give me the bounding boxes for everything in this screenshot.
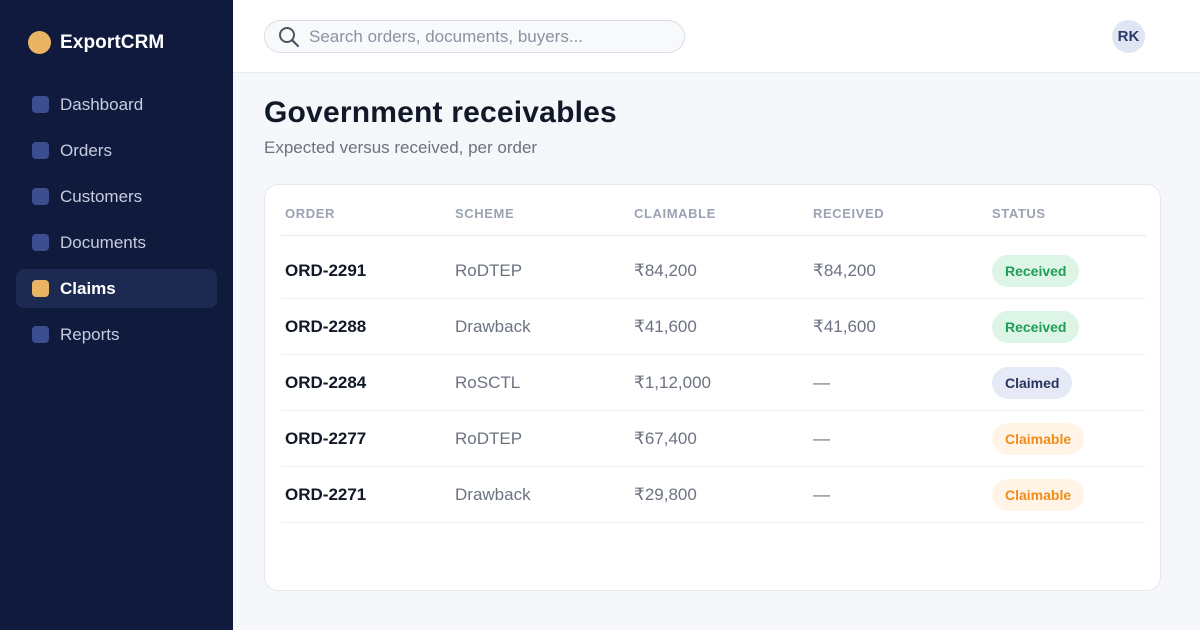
search-input[interactable] xyxy=(309,26,679,47)
sidebar-item-customers[interactable]: Customers xyxy=(16,177,217,216)
claimable-amount: ₹29,800 xyxy=(634,485,697,504)
search-icon xyxy=(279,26,300,47)
brand-name: ExportCRM xyxy=(60,31,165,53)
status-badge: Claimable xyxy=(992,423,1085,455)
reports-icon xyxy=(32,326,49,343)
sidebar-item-dashboard[interactable]: Dashboard xyxy=(16,85,217,124)
scheme: RoSCTL xyxy=(455,373,521,392)
sidebar-item-label: Claims xyxy=(60,278,116,298)
table-row[interactable]: ORD-2291 RoDTEP ₹84,200 ₹84,200 Received xyxy=(281,243,1146,299)
column-header-order: ORDER xyxy=(285,206,335,221)
order-id[interactable]: ORD-2291 xyxy=(285,243,366,299)
sidebar-item-label: Documents xyxy=(60,232,146,252)
order-id[interactable]: ORD-2288 xyxy=(285,299,366,355)
sidebar-item-label: Orders xyxy=(60,140,112,160)
search-box[interactable] xyxy=(264,20,685,53)
sidebar-item-claims[interactable]: Claims xyxy=(16,269,217,308)
order-id[interactable]: ORD-2284 xyxy=(285,355,366,411)
scheme: RoDTEP xyxy=(455,261,523,280)
status-badge: Received xyxy=(992,255,1080,287)
documents-icon xyxy=(32,234,49,251)
column-header-status: STATUS xyxy=(992,206,1046,221)
claimable-amount: ₹84,200 xyxy=(634,261,697,280)
receivables-table-card: ORDER SCHEME CLAIMABLE RECEIVED STATUS O… xyxy=(264,184,1161,591)
order-id[interactable]: ORD-2271 xyxy=(285,467,366,523)
status-badge: Claimable xyxy=(992,479,1085,511)
brand-logo-icon xyxy=(28,31,51,54)
page-title: Government receivables xyxy=(264,96,617,129)
scheme: Drawback xyxy=(455,317,531,336)
top-bar: RK xyxy=(233,0,1200,73)
customers-icon xyxy=(32,188,49,205)
dashboard-icon xyxy=(32,96,49,113)
status-badge: Claimed xyxy=(992,367,1073,399)
claimable-amount: ₹1,12,000 xyxy=(634,373,711,392)
sidebar-item-label: Dashboard xyxy=(60,94,144,114)
received-amount: — xyxy=(813,485,830,504)
table-row[interactable]: ORD-2271 Drawback ₹29,800 — Claimable xyxy=(281,467,1146,523)
status-badge: Received xyxy=(992,311,1080,343)
sidebar-nav: Dashboard Orders Customers Documents Cla… xyxy=(16,85,217,361)
orders-icon xyxy=(32,142,49,159)
page-subtitle: Expected versus received, per order xyxy=(264,138,538,157)
scheme: Drawback xyxy=(455,485,531,504)
sidebar: ExportCRM Dashboard Orders Customers Doc… xyxy=(0,0,233,630)
claimable-amount: ₹41,600 xyxy=(634,317,697,336)
scheme: RoDTEP xyxy=(455,429,523,448)
sidebar-item-documents[interactable]: Documents xyxy=(16,223,217,262)
table-header: ORDER SCHEME CLAIMABLE RECEIVED STATUS xyxy=(281,185,1146,236)
received-amount: — xyxy=(813,429,830,448)
claimable-amount: ₹67,400 xyxy=(634,429,697,448)
sidebar-item-label: Customers xyxy=(60,186,143,206)
avatar[interactable]: RK xyxy=(1112,20,1145,53)
received-amount: ₹84,200 xyxy=(813,261,876,280)
column-header-claimable: CLAIMABLE xyxy=(634,206,716,221)
table-row[interactable]: ORD-2284 RoSCTL ₹1,12,000 — Claimed xyxy=(281,355,1146,411)
column-header-received: RECEIVED xyxy=(813,206,885,221)
table-row[interactable]: ORD-2288 Drawback ₹41,600 ₹41,600 Receiv… xyxy=(281,299,1146,355)
sidebar-item-reports[interactable]: Reports xyxy=(16,315,217,354)
order-id[interactable]: ORD-2277 xyxy=(285,411,366,467)
sidebar-item-orders[interactable]: Orders xyxy=(16,131,217,170)
sidebar-item-label: Reports xyxy=(60,324,120,344)
claims-icon xyxy=(32,280,49,297)
received-amount: ₹41,600 xyxy=(813,317,876,336)
received-amount: — xyxy=(813,373,830,392)
column-header-scheme: SCHEME xyxy=(455,206,515,221)
table-row[interactable]: ORD-2277 RoDTEP ₹67,400 — Claimable xyxy=(281,411,1146,467)
brand[interactable]: ExportCRM xyxy=(28,31,164,54)
